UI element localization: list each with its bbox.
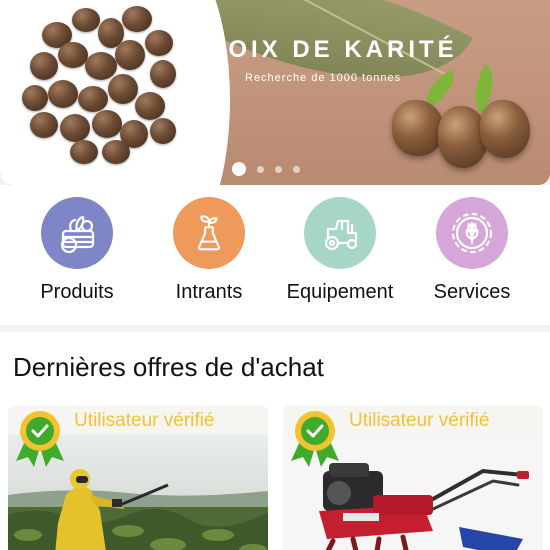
category-label: Produits <box>40 281 114 303</box>
verified-award-icon <box>291 411 339 467</box>
category-services[interactable]: Services <box>407 197 537 304</box>
category-inputs[interactable]: Intrants <box>144 197 274 304</box>
verified-user-label: Utilisateur vérifié <box>349 410 490 431</box>
offer-card[interactable]: Utilisateur vérifié <box>8 405 268 550</box>
offer-card[interactable]: Utilisateur vérifié <box>283 405 543 550</box>
tractor-icon <box>304 197 376 269</box>
carousel-dot-2[interactable] <box>257 165 264 173</box>
carousel-dot-1[interactable] <box>232 162 246 176</box>
vegetable-basket-icon <box>41 197 113 269</box>
promo-banner[interactable]: NOIX DE KARITÉ Recherche de 1000 tonnes <box>0 0 550 185</box>
carousel-dot-3[interactable] <box>275 165 282 173</box>
latest-offers-section: Dernières offres de d'achat Utilisateur … <box>0 332 550 550</box>
section-title: Dernières offres de d'achat <box>13 352 324 382</box>
category-label: Equipement <box>286 281 394 303</box>
banner-subtitle: Recherche de 1000 tonnes <box>245 72 402 84</box>
banner-title: NOIX DE KARITÉ <box>207 36 458 63</box>
verified-award-icon <box>16 411 64 467</box>
seedling-flask-icon <box>173 197 245 269</box>
carousel-indicator <box>232 162 300 176</box>
category-products[interactable]: Produits <box>12 197 142 304</box>
grain-gear-icon <box>436 197 508 269</box>
category-label: Services <box>433 281 511 303</box>
category-equipment[interactable]: Equipement <box>275 197 405 304</box>
category-menu: Produits Intrants Equipement Services <box>0 185 550 325</box>
carousel-dot-4[interactable] <box>293 165 300 173</box>
verified-user-label: Utilisateur vérifié <box>74 410 215 431</box>
category-label: Intrants <box>175 281 243 303</box>
